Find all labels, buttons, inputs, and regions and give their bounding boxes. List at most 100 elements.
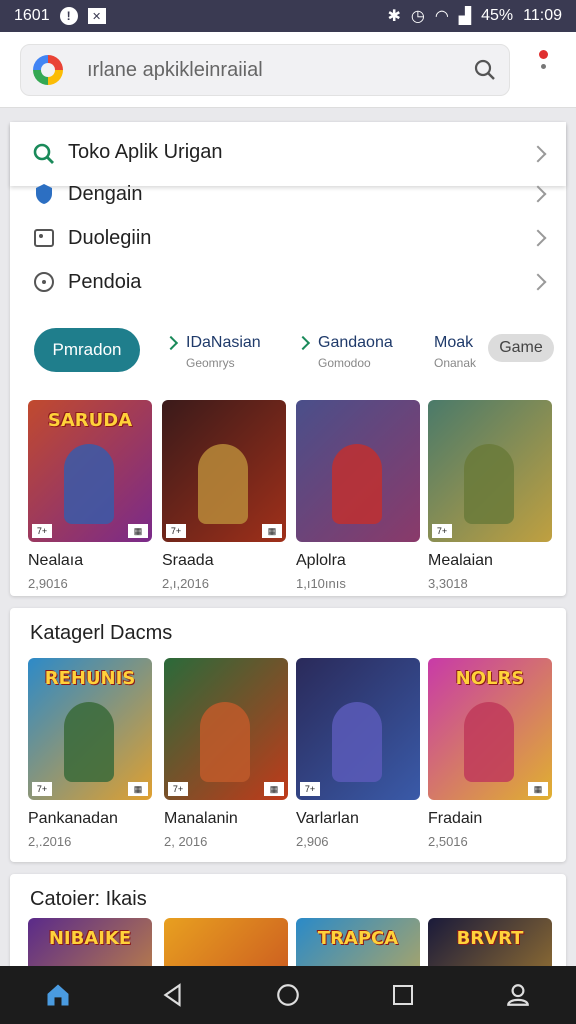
list-item-pendoia[interactable]: Pendoia (10, 260, 566, 304)
game-count: 3,3018 (428, 576, 468, 591)
game-thumbnail: 7+ (296, 658, 420, 800)
game-name: Nealaıa (28, 552, 84, 569)
home-button[interactable] (38, 975, 78, 1015)
status-clock: 11:09 (523, 7, 562, 24)
game-character (64, 702, 114, 782)
game-thumbnail: 7+ ▦ (164, 658, 288, 800)
status-bar: 1601 ! ✕ ✱ ◷ ◠ ▟ 45% 11:09 (0, 0, 576, 32)
game-name: Aplolra (296, 552, 346, 569)
chevron-right-icon (529, 185, 547, 203)
chevron-right-icon (529, 145, 547, 163)
game-card[interactable]: 7+ Mealaian 3,3018 (428, 400, 552, 591)
game-count: 1,ı10ınıs (296, 576, 346, 591)
chip-title: IDaNasian (186, 334, 261, 351)
game-character (200, 702, 250, 782)
google-logo-icon (33, 55, 63, 85)
user-icon (507, 984, 530, 1006)
chip-title: Gandaona (318, 334, 393, 351)
chevron-right-icon (295, 335, 311, 351)
filter-chips: Pmradon IDaNasian Geomrys Gandaona Gomod… (10, 322, 566, 382)
circle-icon (277, 984, 299, 1006)
section-title: Catoier: Ikais (30, 888, 147, 910)
status-left: 1601 ! ✕ (14, 7, 106, 25)
search-icon (33, 143, 54, 164)
search-icon[interactable] (473, 58, 497, 82)
rating-badge-icon: 7+ (432, 524, 452, 538)
category-card: Catoier: Ikais NIBAIKE TRAPCA BRVRT (10, 874, 566, 974)
more-menu-icon[interactable] (536, 50, 550, 90)
clock-icon (34, 272, 54, 292)
list-item-label: Duolegiin (68, 227, 152, 249)
game-count: 2,9016 (28, 576, 68, 591)
chip-subtitle: Gomodoo (318, 356, 371, 370)
game-card[interactable]: 7+ ▦ Manalanin 2, 2016 (164, 658, 288, 849)
app-notification-icon: ✕ (87, 8, 106, 24)
chip-title: Moak (434, 334, 474, 351)
chevron-right-icon (163, 335, 179, 351)
game-character (198, 444, 248, 524)
battery-percent: 45% (481, 7, 514, 24)
game-thumbnail (296, 400, 420, 542)
game-thumbnail: 7+ ▦ (162, 400, 286, 542)
publisher-badge-icon: ▦ (128, 524, 148, 538)
recents-button[interactable] (383, 975, 423, 1015)
rating-badge-icon: 7+ (32, 524, 52, 538)
status-right: ✱ ◷ ◠ ▟ 45% 11:09 (387, 6, 562, 26)
publisher-badge-icon: ▦ (264, 782, 284, 796)
home-circle-button[interactable] (268, 975, 308, 1015)
game-thumbnail: REHUNIS 7+ ▦ (28, 658, 152, 800)
bottom-navigation (0, 966, 576, 1024)
game-character (332, 702, 382, 782)
game-thumbnail: SARUDA 7+ ▦ (28, 400, 152, 542)
rating-badge-icon: 7+ (32, 782, 52, 796)
game-count: 2,.2016 (28, 834, 72, 849)
list-item-duolegiin[interactable]: Duolegiin (10, 216, 566, 260)
home-icon (47, 984, 69, 1006)
game-card[interactable]: Aplolra 1,ı10ınıs (296, 400, 420, 591)
game-banner-text: TRAPCA (317, 928, 399, 949)
section-title: Katagerl Dacms (30, 622, 173, 644)
chevron-right-icon (529, 273, 547, 291)
game-name: Fradain (428, 810, 483, 827)
game-banner-text: BRVRT (456, 928, 524, 949)
list-item-label: Dengain (68, 183, 143, 205)
category-card: Katagerl Dacms REHUNIS 7+ ▦ Pankanadan 2… (10, 608, 566, 862)
publisher-badge-icon: ▦ (128, 782, 148, 796)
chip-primary[interactable]: Pmradon (34, 328, 140, 372)
image-icon (34, 229, 54, 247)
signal-icon: ▟ (458, 8, 472, 25)
rating-badge-icon: 7+ (166, 524, 186, 538)
search-header: ırlane apkikleinraiial (0, 32, 576, 108)
publisher-badge-icon: ▦ (262, 524, 282, 538)
back-icon (163, 983, 181, 1007)
alarm-icon: ◷ (410, 8, 425, 25)
game-thumbnail: NOLRS ▦ (428, 658, 552, 800)
game-count: 2,ı,2016 (162, 576, 209, 591)
game-count: 2,906 (296, 834, 329, 849)
chip-subtitle: Onanak (434, 356, 477, 370)
suggestions-card: Toko Aplik Urigan Dengain Duolegiin Pend… (10, 122, 566, 596)
game-card[interactable]: 7+ Varlarlan 2,906 (296, 658, 420, 849)
game-name: Manalanin (164, 810, 238, 827)
profile-button[interactable] (498, 975, 538, 1015)
game-card[interactable]: REHUNIS 7+ ▦ Pankanadan 2,.2016 (28, 658, 152, 849)
back-button[interactable] (153, 975, 193, 1015)
game-character (464, 444, 514, 524)
game-card[interactable]: SARUDA 7+ ▦ Nealaıa 2,9016 (28, 400, 152, 591)
game-count: 2,5016 (428, 834, 468, 849)
suggestion-label: Toko Aplik Urigan (68, 141, 223, 163)
game-card[interactable]: 7+ ▦ Sraada 2,ı,2016 (162, 400, 286, 591)
game-name: Sraada (162, 552, 214, 569)
chip-game[interactable]: Game (488, 334, 554, 362)
game-banner-text: REHUNIS (44, 668, 136, 689)
game-banner-text: NIBAIKE (48, 928, 132, 949)
search-input[interactable]: ırlane apkikleinraiial (20, 44, 510, 96)
notification-icon: ! (59, 7, 78, 25)
status-time: 1601 (14, 7, 50, 24)
chevron-right-icon (529, 229, 547, 247)
game-name: Varlarlan (296, 810, 359, 827)
search-query-text: ırlane apkikleinraiial (87, 58, 263, 81)
game-card[interactable]: NOLRS ▦ Fradain 2,5016 (428, 658, 552, 849)
list-item-dengain[interactable]: Dengain (10, 172, 566, 216)
game-name: Pankanadan (28, 810, 118, 827)
